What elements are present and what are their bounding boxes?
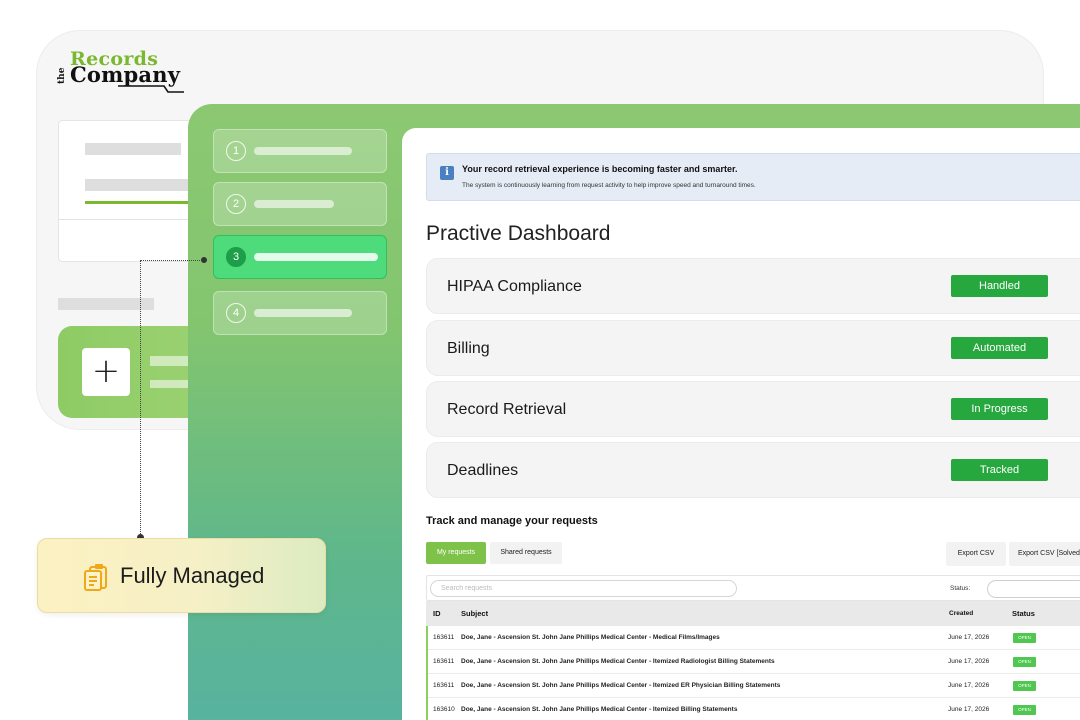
placeholder-bar (85, 179, 199, 191)
compliance-row-deadlines: Deadlines Tracked (426, 442, 1080, 498)
requests-section-title: Track and manage your requests (426, 515, 598, 527)
compliance-label: Deadlines (447, 462, 519, 479)
status-badge: OPEN (1013, 657, 1036, 667)
request-subject[interactable]: Doe, Jane - Ascension St. John Jane Phil… (461, 706, 737, 713)
step-item-2[interactable]: 2 (213, 182, 387, 226)
column-header-status[interactable]: Status (1012, 609, 1035, 618)
request-subject[interactable]: Doe, Jane - Ascension St. John Jane Phil… (461, 682, 780, 689)
status-filter-select[interactable] (987, 580, 1080, 598)
compliance-label: Record Retrieval (447, 401, 567, 418)
column-header-id[interactable]: ID (433, 609, 441, 618)
status-filter-label: Status: (950, 585, 971, 592)
placeholder-bar (254, 200, 334, 208)
placeholder-bar (254, 253, 378, 261)
info-banner: i Your record retrieval experience is be… (426, 153, 1080, 201)
records-company-logo: the Records Company (57, 50, 184, 94)
info-icon: i (440, 166, 454, 180)
search-input[interactable] (430, 580, 737, 597)
table-row[interactable]: 163611 Doe, Jane - Ascension St. John Ja… (426, 650, 1080, 674)
tab-my-requests[interactable]: My requests (426, 542, 486, 564)
tab-shared-requests[interactable]: Shared requests (490, 542, 562, 564)
status-badge: In Progress (951, 398, 1048, 420)
step-number: 3 (226, 247, 246, 267)
step-item-3[interactable]: 3 (213, 235, 387, 279)
request-id: 163611 (433, 658, 455, 665)
banner-title: Your record retrieval experience is beco… (462, 164, 738, 174)
step-item-4[interactable]: 4 (213, 291, 387, 335)
row-accent-stripe (426, 626, 428, 720)
background-panel (58, 120, 199, 262)
compliance-label: Billing (447, 340, 490, 357)
status-badge: OPEN (1013, 633, 1036, 643)
request-id: 163611 (433, 634, 455, 641)
page-title: Practive Dashboard (426, 222, 611, 245)
table-row[interactable]: 163611 Doe, Jane - Ascension St. John Ja… (426, 626, 1080, 650)
step-number: 2 (226, 194, 246, 214)
table-header: ID Subject Created Status (426, 601, 1080, 626)
step-number: 4 (226, 303, 246, 323)
request-created: June 17, 2026 (948, 658, 990, 665)
placeholder-bar (254, 147, 352, 155)
step-item-1[interactable]: 1 (213, 129, 387, 173)
export-csv-button[interactable]: Export CSV (946, 542, 1006, 566)
export-csv-solved-button[interactable]: Export CSV [Solved] (1009, 542, 1080, 566)
fully-managed-badge: Fully Managed (37, 538, 326, 613)
table-row[interactable]: 163610 Doe, Jane - Ascension St. John Ja… (426, 698, 1080, 720)
fully-managed-label: Fully Managed (120, 563, 265, 588)
request-created: June 17, 2026 (948, 706, 990, 713)
progress-line (85, 201, 199, 204)
request-subject[interactable]: Doe, Jane - Ascension St. John Jane Phil… (461, 658, 775, 665)
divider (59, 219, 199, 220)
logo-underline-icon (118, 85, 184, 93)
step-number: 1 (226, 141, 246, 161)
request-subject[interactable]: Doe, Jane - Ascension St. John Jane Phil… (461, 634, 720, 641)
compliance-row-billing: Billing Automated (426, 320, 1080, 376)
logo-company-text: Company (70, 62, 181, 87)
add-button[interactable]: + (82, 348, 130, 396)
placeholder-bar (85, 143, 181, 155)
request-created: June 17, 2026 (948, 682, 990, 689)
column-header-created[interactable]: Created (949, 610, 973, 617)
plus-icon: + (91, 351, 121, 391)
column-header-subject[interactable]: Subject (461, 609, 488, 618)
status-badge: Automated (951, 337, 1048, 359)
banner-text: The system is continuously learning from… (462, 182, 756, 189)
placeholder-bar (254, 309, 352, 317)
status-badge: OPEN (1013, 681, 1036, 691)
connector-dot (201, 257, 207, 263)
request-created: June 17, 2026 (948, 634, 990, 641)
compliance-label: HIPAA Compliance (447, 278, 582, 295)
compliance-row-hipaa: HIPAA Compliance Handled (426, 258, 1080, 314)
table-row[interactable]: 163611 Doe, Jane - Ascension St. John Ja… (426, 674, 1080, 698)
request-id: 163611 (433, 682, 455, 689)
search-bar: Status: (426, 575, 1080, 601)
clipboard-icon (84, 564, 107, 591)
status-badge: Handled (951, 275, 1048, 297)
status-badge: Tracked (951, 459, 1048, 481)
compliance-row-record-retrieval: Record Retrieval In Progress (426, 381, 1080, 437)
status-badge: OPEN (1013, 705, 1036, 715)
dotted-connector (140, 260, 204, 538)
request-id: 163610 (433, 706, 455, 713)
